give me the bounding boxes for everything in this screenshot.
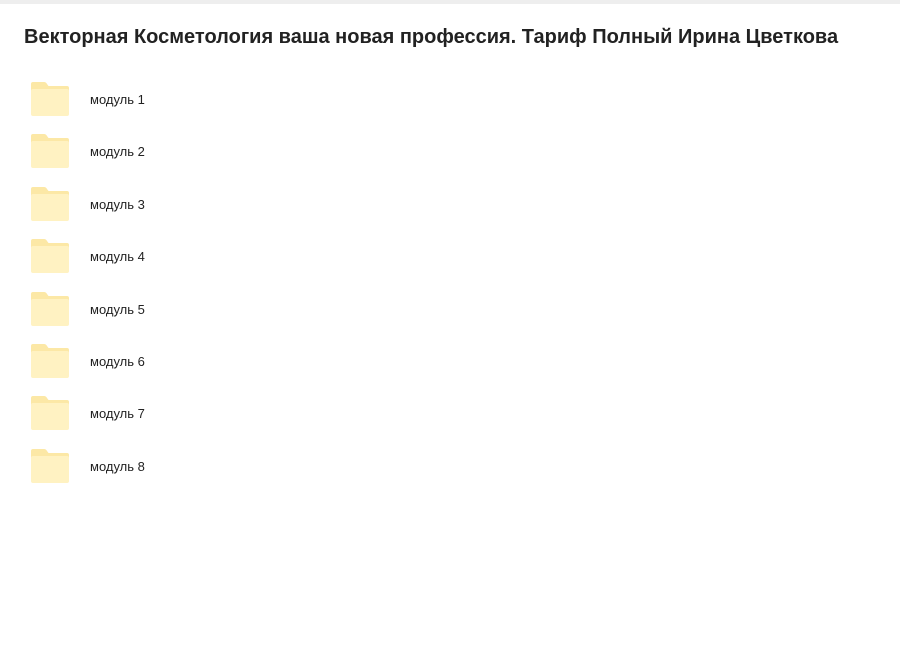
resource-name: модуль 6 bbox=[90, 353, 145, 369]
top-border bbox=[0, 0, 900, 4]
folder-icon bbox=[31, 239, 69, 274]
resource-item-module-8[interactable]: модуль 8 bbox=[24, 441, 324, 493]
resource-item-module-2[interactable]: модуль 2 bbox=[24, 126, 324, 178]
folder-title: Векторная Косметология ваша новая профес… bbox=[24, 26, 839, 48]
resource-item-module-1[interactable]: модуль 1 bbox=[24, 74, 324, 126]
folder-icon bbox=[31, 186, 69, 221]
folder-icon bbox=[31, 82, 69, 116]
resource-name: модуль 4 bbox=[90, 249, 145, 265]
resource-name: модуль 7 bbox=[90, 406, 145, 422]
folder-icon bbox=[31, 448, 69, 483]
folder-icon bbox=[31, 134, 69, 169]
resource-item-module-5[interactable]: модуль 5 bbox=[24, 284, 324, 336]
folder-icon bbox=[31, 291, 69, 326]
resource-name: модуль 1 bbox=[90, 92, 145, 107]
resource-name: модуль 3 bbox=[90, 196, 145, 212]
folder-icon bbox=[31, 343, 69, 378]
resource-name: модуль 8 bbox=[90, 458, 145, 474]
folder-icon bbox=[31, 396, 69, 431]
resource-name: модуль 2 bbox=[90, 144, 145, 160]
resource-item-module-7[interactable]: модуль 7 bbox=[24, 388, 324, 440]
resource-list: модуль 1 модуль 2 модуль 3 модуль 4 моду… bbox=[24, 74, 324, 493]
resource-item-module-3[interactable]: модуль 3 bbox=[24, 179, 324, 231]
resource-name: модуль 5 bbox=[90, 301, 145, 317]
resource-item-module-6[interactable]: модуль 6 bbox=[24, 336, 324, 388]
resource-item-module-4[interactable]: модуль 4 bbox=[24, 231, 324, 283]
